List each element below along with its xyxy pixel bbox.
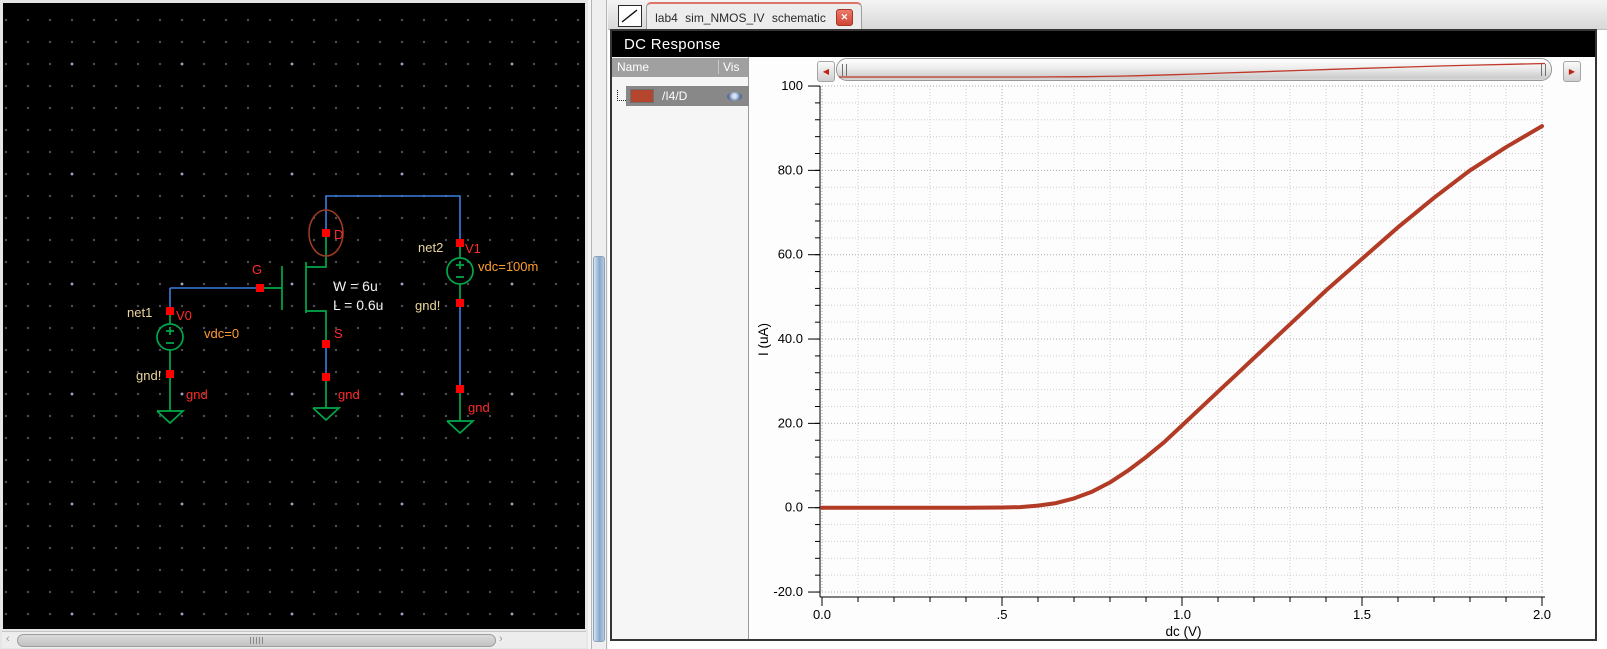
signal-panel-header: Name Vis (612, 58, 748, 77)
instance-label: V0 (176, 308, 192, 323)
terminal-label: D (334, 227, 343, 242)
thumb-grip-left-icon[interactable] (842, 64, 847, 76)
tab-sim-nmos-iv[interactable]: lab4 sim_NMOS_IV schematic ✕ (646, 2, 862, 31)
vis-column-header: Vis (718, 60, 739, 74)
net-label: gnd! (415, 298, 440, 313)
scroll-right-icon[interactable]: › (499, 633, 503, 646)
plot-scroll-right-button[interactable]: ▶ (1563, 61, 1581, 82)
signal-color-swatch[interactable] (630, 89, 654, 103)
signal-name: /I4/D (662, 89, 688, 103)
gnd-symbol-left[interactable] (156, 378, 186, 425)
viewer-window (610, 29, 1597, 641)
schematic-hscroll-thumb[interactable] (17, 634, 496, 647)
viewer-tab-bar: lab4 sim_NMOS_IV schematic ✕ (608, 0, 1607, 31)
schematic-drawing: net1 V0 vdc=0 gnd! gnd G D S W = 6u L = … (127, 195, 538, 435)
schematic-vscroll-thumb[interactable] (593, 256, 605, 642)
gnd-symbol-mid[interactable] (312, 381, 342, 422)
diagonal-line-icon (621, 9, 638, 23)
window-divider (588, 0, 608, 649)
tab-title: lab4 sim_NMOS_IV schematic (655, 10, 826, 25)
schematic-window: net1 V0 vdc=0 gnd! gnd G D S W = 6u L = … (0, 0, 588, 649)
tree-branch-icon (617, 90, 626, 101)
pin[interactable] (166, 370, 174, 378)
param-label: vdc=0 (204, 326, 239, 341)
wires (169, 195, 461, 386)
right-arrow-icon: ▶ (1568, 67, 1576, 76)
desktop: net1 V0 vdc=0 gnd! gnd G D S W = 6u L = … (0, 0, 1607, 649)
nmos-gate[interactable] (260, 262, 307, 313)
pin[interactable] (166, 307, 174, 315)
v1-plus-minus (456, 261, 464, 278)
signal-panel: Name Vis /I4/D (612, 57, 749, 639)
terminal-label: S (334, 326, 343, 341)
gnd-label: gnd (468, 400, 490, 415)
schematic-hscrollbar[interactable]: ‹ › (2, 631, 586, 648)
pin[interactable] (322, 373, 330, 381)
pin[interactable] (456, 239, 464, 247)
scroll-grip-icon (249, 637, 264, 644)
viewer-title: DC Response (624, 35, 721, 53)
device-param: W = 6u (333, 278, 378, 294)
signal-row[interactable]: /I4/D (617, 86, 749, 106)
thumb-grip-right-icon[interactable] (1541, 64, 1546, 76)
net-label: net1 (127, 305, 152, 320)
name-column-header: Name (617, 60, 650, 74)
viewer-title-bar: DC Response (612, 31, 1595, 57)
schematic-tab-icon[interactable] (618, 5, 642, 27)
pin[interactable] (322, 340, 330, 348)
instance-label: V1 (465, 241, 481, 256)
plot-scroll-left-button[interactable]: ◀ (817, 61, 835, 82)
schematic-labels: net1 V0 vdc=0 gnd! gnd G D S W = 6u L = … (127, 227, 538, 415)
device-param: L = 0.6u (333, 297, 383, 313)
pin[interactable] (256, 284, 264, 292)
wire-top-rail[interactable] (325, 195, 461, 244)
left-arrow-icon: ◀ (822, 67, 830, 76)
tab-close-button[interactable]: ✕ (835, 9, 853, 26)
net-label: net2 (418, 240, 443, 255)
pin[interactable] (456, 385, 464, 393)
visibility-eye-icon[interactable] (727, 91, 742, 101)
gnd-label: gnd (186, 387, 208, 402)
v0-plus-minus (166, 327, 174, 344)
gnd-label: gnd (338, 387, 360, 402)
schematic-canvas[interactable]: net1 V0 vdc=0 gnd! gnd G D S W = 6u L = … (3, 3, 585, 629)
scroll-left-icon[interactable]: ‹ (6, 633, 10, 646)
plot-hscroll-thumb[interactable] (836, 58, 1552, 81)
net-label: gnd! (136, 368, 161, 383)
param-label: vdc=100m (478, 259, 538, 274)
pin[interactable] (456, 299, 464, 307)
pin[interactable] (322, 229, 330, 237)
terminal-label: G (252, 262, 262, 277)
